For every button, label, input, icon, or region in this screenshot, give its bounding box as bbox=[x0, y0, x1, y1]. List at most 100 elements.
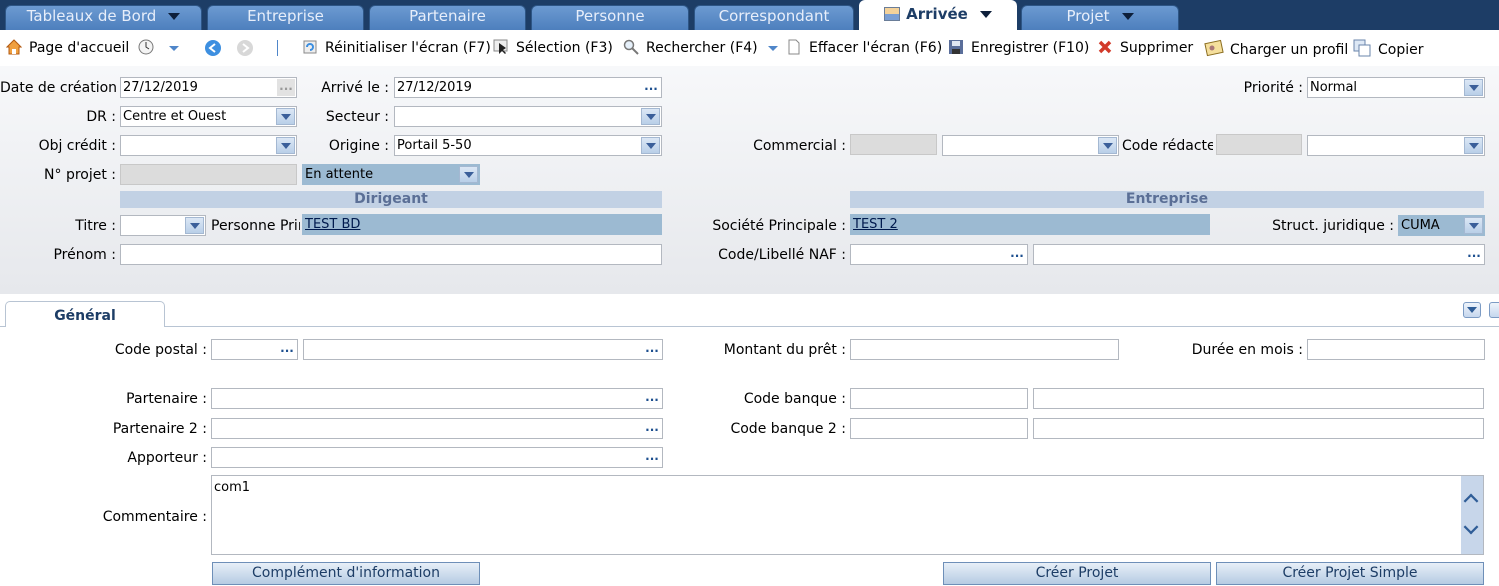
code-banque2-label: Code banque 2 : bbox=[730, 421, 846, 437]
partenaire-field[interactable]: ... bbox=[211, 388, 663, 409]
chevron-down-icon[interactable] bbox=[1463, 519, 1479, 535]
history-button[interactable] bbox=[138, 39, 181, 57]
complement-button[interactable]: Complément d'information bbox=[212, 562, 480, 585]
load-profile-button[interactable]: Charger un profil bbox=[1204, 39, 1348, 58]
creer-projet-simple-button[interactable]: Créer Projet Simple bbox=[1216, 562, 1484, 585]
naf-libelle-lookup-button[interactable]: ... bbox=[1465, 246, 1483, 263]
arrive-picker-button[interactable]: ... bbox=[642, 79, 660, 96]
home-button[interactable]: Page d'accueil bbox=[6, 39, 129, 57]
montant-label: Montant du prêt : bbox=[723, 342, 846, 358]
commercial-select[interactable] bbox=[942, 135, 1119, 156]
reset-label: Réinitialiser l'écran (F7) bbox=[325, 40, 491, 56]
tab-partenaire[interactable]: Partenaire bbox=[369, 5, 526, 30]
secteur-select[interactable] bbox=[394, 106, 662, 127]
partenaire2-lookup-button[interactable]: ... bbox=[643, 420, 661, 437]
save-button[interactable]: Enregistrer (F10) bbox=[948, 39, 1089, 57]
copy-button[interactable]: Copier bbox=[1352, 39, 1424, 58]
dirigeant-header: Dirigeant bbox=[120, 191, 662, 208]
chevron-down-icon[interactable] bbox=[641, 108, 660, 125]
chevron-down-icon[interactable] bbox=[1464, 79, 1483, 96]
search-button[interactable]: Rechercher (F4) bbox=[623, 39, 780, 57]
ville-lookup-button[interactable]: ... bbox=[643, 341, 661, 358]
origine-value: Portail 5-50 bbox=[397, 138, 472, 153]
apporteur-lookup-button[interactable]: ... bbox=[643, 449, 661, 466]
selection-label: Sélection (F3) bbox=[516, 40, 613, 56]
struct-select[interactable]: CUMA bbox=[1398, 215, 1485, 236]
arrive-field[interactable]: 27/12/2019... bbox=[394, 77, 662, 98]
chevron-down-icon[interactable] bbox=[276, 108, 295, 125]
personne-link[interactable]: TEST BD bbox=[305, 217, 360, 232]
montant-field[interactable] bbox=[850, 339, 1119, 360]
arrive-value: 27/12/2019 bbox=[397, 80, 472, 95]
forward-arrow-icon bbox=[237, 40, 253, 56]
forward-button[interactable] bbox=[236, 39, 254, 57]
tab-label: Personne bbox=[575, 7, 645, 25]
date-creation-field[interactable]: 27/12/2019... bbox=[120, 77, 297, 98]
code-postal-label: Code postal : bbox=[114, 342, 207, 358]
societe-field[interactable]: TEST 2 bbox=[850, 214, 1210, 235]
tab-personne[interactable]: Personne bbox=[531, 5, 689, 30]
commentaire-scrollbar[interactable] bbox=[1461, 476, 1483, 554]
code-banque2-libelle-field[interactable] bbox=[1033, 418, 1484, 439]
societe-link[interactable]: TEST 2 bbox=[853, 217, 898, 232]
dr-select[interactable]: Centre et Ouest bbox=[120, 106, 297, 127]
creer-projet-button[interactable]: Créer Projet bbox=[943, 562, 1211, 585]
partenaire2-field[interactable]: ... bbox=[211, 418, 663, 439]
chevron-down-icon[interactable] bbox=[167, 41, 181, 55]
chevron-down-icon[interactable] bbox=[1464, 217, 1483, 234]
clear-button[interactable]: Effacer l'écran (F6) bbox=[786, 39, 942, 57]
tab-arrivee[interactable]: Arrivée bbox=[859, 0, 1017, 30]
chevron-down-icon[interactable] bbox=[185, 217, 204, 234]
code-banque2-field[interactable] bbox=[850, 418, 1028, 439]
chevron-down-icon[interactable] bbox=[1464, 137, 1483, 154]
tab-tableaux-de-bord[interactable]: Tableaux de Bord bbox=[5, 5, 202, 30]
code-postal-lookup-button[interactable]: ... bbox=[278, 341, 296, 358]
selection-button[interactable]: Sélection (F3) bbox=[493, 39, 613, 57]
chevron-down-icon[interactable] bbox=[168, 13, 181, 20]
titre-label: Titre : bbox=[75, 218, 116, 234]
entreprise-header: Entreprise bbox=[850, 191, 1484, 208]
code-redacteur-field[interactable] bbox=[1216, 134, 1302, 155]
tab-correspondant[interactable]: Correspondant bbox=[694, 5, 854, 30]
naf-code-lookup-button[interactable]: ... bbox=[1008, 246, 1026, 263]
delete-button[interactable]: Supprimer bbox=[1097, 39, 1193, 57]
collapse-button[interactable] bbox=[1463, 302, 1481, 318]
back-button[interactable] bbox=[204, 39, 222, 57]
copy-icon bbox=[1353, 39, 1371, 57]
code-banque-libelle-field[interactable] bbox=[1033, 388, 1484, 409]
reset-button[interactable]: Réinitialiser l'écran (F7) bbox=[302, 39, 491, 57]
titre-select[interactable] bbox=[120, 215, 206, 236]
prenom-field[interactable] bbox=[120, 244, 662, 265]
duree-field[interactable] bbox=[1307, 339, 1485, 360]
code-redacteur-select[interactable] bbox=[1307, 135, 1485, 156]
code-banque-field[interactable] bbox=[850, 388, 1028, 409]
chevron-down-icon[interactable] bbox=[459, 166, 478, 183]
code-postal-field[interactable]: ... bbox=[211, 339, 298, 360]
naf-code-field[interactable]: ... bbox=[850, 244, 1028, 265]
chevron-down-icon[interactable] bbox=[1098, 137, 1117, 154]
tab-general[interactable]: Général bbox=[5, 301, 165, 327]
chevron-down-icon[interactable] bbox=[766, 41, 780, 55]
tab-entreprise[interactable]: Entreprise bbox=[207, 5, 364, 30]
chevron-down-icon[interactable] bbox=[641, 137, 660, 154]
origine-select[interactable]: Portail 5-50 bbox=[394, 135, 662, 156]
chevron-down-icon[interactable] bbox=[979, 11, 992, 18]
date-creation-value: 27/12/2019 bbox=[123, 80, 198, 95]
chevron-up-icon[interactable] bbox=[1463, 493, 1479, 509]
apporteur-field[interactable]: ... bbox=[211, 447, 663, 468]
tab-projet[interactable]: Projet bbox=[1021, 5, 1179, 30]
personne-field[interactable]: TEST BD bbox=[302, 214, 662, 235]
date-picker-button[interactable]: ... bbox=[277, 79, 295, 96]
priorite-select[interactable]: Normal bbox=[1307, 77, 1485, 98]
search-label: Rechercher (F4) bbox=[646, 40, 758, 56]
commercial-code-field[interactable] bbox=[850, 134, 937, 155]
naf-libelle-field[interactable]: ... bbox=[1033, 244, 1485, 265]
commentaire-textarea[interactable]: com1 bbox=[211, 475, 1484, 555]
obj-credit-select[interactable] bbox=[120, 135, 297, 156]
collapse-button-2[interactable] bbox=[1489, 302, 1499, 318]
ville-field[interactable]: ... bbox=[303, 339, 663, 360]
chevron-down-icon[interactable] bbox=[1121, 13, 1134, 20]
statut-select[interactable]: En attente bbox=[302, 164, 480, 185]
chevron-down-icon[interactable] bbox=[276, 137, 295, 154]
partenaire-lookup-button[interactable]: ... bbox=[643, 390, 661, 407]
